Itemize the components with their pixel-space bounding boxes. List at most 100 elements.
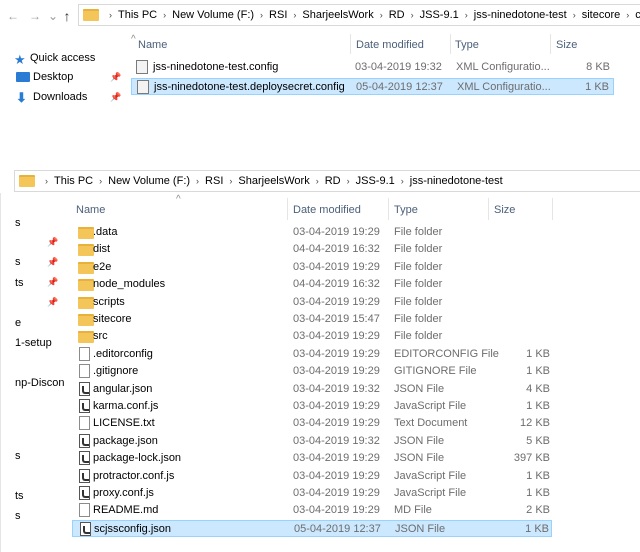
file-row[interactable]: node_modules 04-04-2019 16:32 File folder (72, 276, 552, 293)
folder-icon (19, 175, 35, 187)
column-header-date-modified[interactable]: Date modified (356, 39, 424, 51)
file-name: scripts (93, 295, 125, 308)
sidebar-item-fragment[interactable]: e (15, 317, 21, 329)
breadcrumb-separator-icon[interactable]: › (569, 5, 580, 25)
column-header-type[interactable]: Type (455, 39, 479, 51)
column-header-date-modified[interactable]: Date modified (293, 204, 361, 216)
pin-icon[interactable]: 📌 (110, 72, 121, 83)
breadcrumb-separator-icon[interactable]: › (343, 171, 354, 191)
file-icon (79, 346, 90, 361)
forward-arrow-icon[interactable]: → (28, 9, 42, 23)
breadcrumb-item[interactable]: New Volume (F:) (106, 171, 192, 191)
folder-icon (78, 331, 94, 344)
file-row[interactable]: scjssconfig.json 05-04-2019 12:37 JSON Fil… (72, 519, 552, 537)
sidebar-item-fragment[interactable]: np-Discon (15, 377, 65, 389)
breadcrumb-separator-icon[interactable]: › (312, 171, 323, 191)
sidebar-item-fragment[interactable]: s (15, 256, 21, 268)
breadcrumb-item[interactable]: jss-ninedotone-test (408, 171, 505, 191)
column-header-name[interactable]: Name (138, 39, 167, 51)
breadcrumb-separator-icon[interactable]: › (95, 171, 106, 191)
breadcrumb-separator-icon[interactable]: › (192, 171, 203, 191)
breadcrumb-item[interactable]: config (633, 5, 640, 25)
file-name: angular.json (93, 382, 153, 395)
breadcrumb-item[interactable]: sitecore (580, 5, 623, 25)
breadcrumb-item[interactable]: RD (323, 171, 343, 191)
breadcrumb-item[interactable]: RSI (203, 171, 225, 191)
file-date: 03-04-2019 19:29 (293, 487, 380, 499)
file-row[interactable]: LICENSE.txt 03-04-2019 19:29 Text Document… (72, 415, 552, 432)
file-type: JavaScript File (394, 487, 467, 499)
breadcrumb-separator-icon[interactable]: › (407, 5, 418, 25)
sidebar-item-fragment[interactable]: ts (15, 277, 24, 289)
sidebar-item-fragment[interactable]: s (15, 510, 21, 522)
file-row[interactable]: README.md 03-04-2019 19:29 MD File 2 KB (72, 502, 552, 519)
breadcrumb-separator-icon[interactable]: › (397, 171, 408, 191)
file-type: JavaScript File (394, 469, 467, 482)
breadcrumb-separator-icon[interactable]: › (289, 5, 300, 25)
column-header-size[interactable]: Size (556, 39, 577, 51)
breadcrumb-separator-icon[interactable]: › (41, 171, 52, 191)
back-arrow-icon[interactable]: ← (6, 9, 20, 23)
file-row[interactable]: proxy.conf.js 03-04-2019 19:29 JavaScript … (72, 485, 552, 502)
file-row[interactable]: protractor.conf.js 03-04-2019 19:29 JavaSc… (72, 468, 552, 485)
sidebar-item-fragment[interactable]: ts (15, 490, 24, 502)
file-date: 03-04-2019 19:29 (293, 365, 380, 378)
sidebar-item-fragment[interactable]: 1-setup (15, 337, 52, 349)
address-bar[interactable]: › This PC › New Volume (F:) › RSI › SharjeelsWo… (14, 170, 640, 192)
download-icon: ⬇ (16, 90, 27, 105)
column-header-size[interactable]: Size (494, 204, 515, 216)
file-size: 4 KB (526, 382, 550, 395)
breadcrumb-item[interactable]: This PC (116, 5, 159, 25)
script-file-icon (79, 433, 90, 448)
breadcrumb-separator-icon[interactable]: › (159, 5, 170, 25)
file-row[interactable]: .editorconfig 03-04-2019 19:29 EDITORCONFI… (72, 346, 552, 363)
sidebar-item-quick-access[interactable]: Quick access (30, 52, 95, 64)
file-row[interactable]: package-lock.json 03-04-2019 19:29 JSON Fi… (72, 450, 552, 467)
breadcrumb-item[interactable]: RSI (267, 5, 289, 25)
pin-icon[interactable]: 📌 (47, 277, 58, 288)
pin-icon[interactable]: 📌 (47, 297, 58, 308)
breadcrumb-separator-icon[interactable]: › (376, 5, 387, 25)
file-row[interactable]: package.json 03-04-2019 19:32 JSON File 5 K… (72, 433, 552, 450)
recent-locations-chevron-icon[interactable]: ⌄ (46, 9, 60, 23)
breadcrumb-item[interactable]: New Volume (F:) (170, 5, 256, 25)
pin-icon[interactable]: 📌 (47, 257, 58, 268)
up-arrow-icon[interactable]: ↑ (60, 9, 74, 23)
file-row[interactable]: e2e 03-04-2019 19:29 File folder (72, 259, 552, 276)
file-date: 03-04-2019 19:29 (293, 295, 380, 308)
breadcrumb-separator-icon[interactable]: › (622, 5, 633, 25)
breadcrumb-item[interactable]: SharjeelsWork (236, 171, 311, 191)
breadcrumb-separator-icon[interactable]: › (461, 5, 472, 25)
breadcrumb-separator-icon[interactable]: › (105, 5, 116, 25)
file-row[interactable]: jss-ninedotone-test.deploysecret.config 0… (131, 78, 614, 95)
star-icon: ★ (14, 52, 26, 67)
column-header-name[interactable]: Name (76, 204, 105, 216)
file-row[interactable]: .data 03-04-2019 19:29 File folder (72, 224, 552, 241)
address-bar[interactable]: › This PC › New Volume (F:) › RSI › SharjeelsWo… (78, 4, 640, 26)
file-row[interactable]: dist 04-04-2019 16:32 File folder (72, 241, 552, 258)
file-row[interactable]: .gitignore 03-04-2019 19:29 GITIGNORE File… (72, 363, 552, 380)
file-row[interactable]: jss-ninedotone-test.config 03-04-2019 19:… (131, 59, 614, 76)
sidebar-item-fragment[interactable]: s (15, 217, 21, 229)
file-row[interactable]: scripts 03-04-2019 19:29 File folder (72, 294, 552, 311)
breadcrumb-item[interactable]: SharjeelsWork (300, 5, 375, 25)
breadcrumb-item[interactable]: JSS-9.1 (354, 171, 397, 191)
breadcrumb-separator-icon[interactable]: › (225, 171, 236, 191)
file-row[interactable]: sitecore 03-04-2019 15:47 File folder (72, 311, 552, 328)
file-row[interactable]: karma.conf.js 03-04-2019 19:29 JavaScript … (72, 398, 552, 415)
sidebar-item-fragment[interactable]: s (15, 450, 21, 462)
breadcrumb-item[interactable]: This PC (52, 171, 95, 191)
pin-icon[interactable]: 📌 (110, 92, 121, 103)
breadcrumb-item[interactable]: jss-ninedotone-test (472, 5, 569, 25)
column-header-type[interactable]: Type (394, 204, 418, 216)
file-row[interactable]: angular.json 03-04-2019 19:32 JSON File 4 K… (72, 381, 552, 398)
file-row[interactable]: src 03-04-2019 19:29 File folder (72, 328, 552, 345)
sidebar-item-desktop[interactable]: Desktop (33, 71, 73, 83)
breadcrumb-item[interactable]: RD (387, 5, 407, 25)
file-name: proxy.conf.js (93, 487, 154, 499)
breadcrumb-item[interactable]: JSS-9.1 (418, 5, 461, 25)
file-date: 03-04-2019 15:47 (293, 313, 380, 325)
sidebar-item-downloads[interactable]: Downloads (33, 91, 87, 103)
pin-icon[interactable]: 📌 (47, 237, 58, 248)
breadcrumb-separator-icon[interactable]: › (256, 5, 267, 25)
